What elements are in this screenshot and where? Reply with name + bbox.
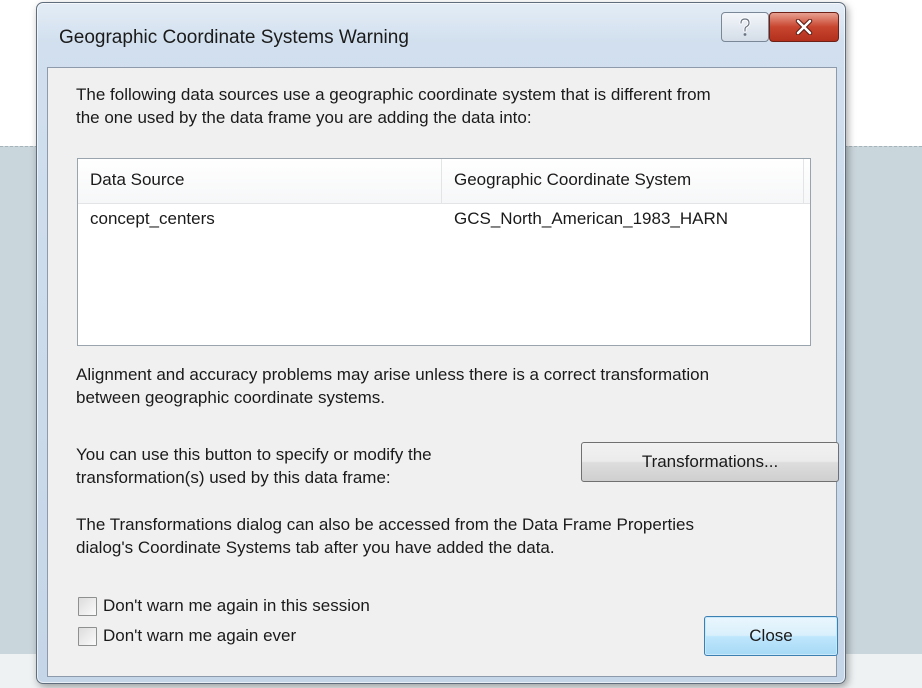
cell-data-source: concept_centers bbox=[90, 209, 215, 228]
close-button[interactable]: Close bbox=[704, 616, 838, 656]
table-row[interactable]: concept_centers GCS_North_American_1983_… bbox=[78, 203, 810, 237]
alignment-line-1: Alignment and accuracy problems may aris… bbox=[76, 365, 710, 384]
help-icon bbox=[737, 17, 753, 37]
dont-warn-session-option[interactable]: Don't warn me again in this session bbox=[78, 594, 370, 618]
transform-note-line-2: transformation(s) used by this data fram… bbox=[76, 468, 391, 487]
access-note-line-1: The Transformations dialog can also be a… bbox=[76, 515, 694, 534]
intro-line-1: The following data sources use a geograp… bbox=[76, 85, 711, 104]
close-icon bbox=[795, 19, 813, 35]
cell-gcs: GCS_North_American_1983_HARN bbox=[454, 209, 729, 228]
transformations-button[interactable]: Transformations... bbox=[581, 442, 839, 482]
dont-warn-ever-label: Don't warn me again ever bbox=[103, 626, 297, 645]
help-button[interactable] bbox=[721, 12, 769, 42]
dont-warn-session-checkbox[interactable] bbox=[78, 596, 97, 616]
transform-note-line-1: You can use this button to specify or mo… bbox=[76, 445, 432, 464]
intro-line-2: the one used by the data frame you are a… bbox=[76, 108, 532, 127]
column-header-gcs[interactable]: Geographic Coordinate System bbox=[442, 159, 804, 203]
dont-warn-ever-checkbox[interactable] bbox=[78, 626, 97, 646]
dont-warn-ever-option[interactable]: Don't warn me again ever bbox=[78, 624, 296, 648]
dialog-title: Geographic Coordinate Systems Warning bbox=[59, 27, 409, 48]
list-header: Data Source Geographic Coordinate System bbox=[78, 159, 810, 204]
column-header-data-source[interactable]: Data Source bbox=[78, 159, 442, 203]
warning-dialog: Geographic Coordinate Systems Warning Th… bbox=[36, 2, 846, 684]
alignment-line-2: between geographic coordinate systems. bbox=[76, 388, 386, 407]
data-source-list[interactable]: Data Source Geographic Coordinate System… bbox=[77, 158, 811, 346]
title-close-button[interactable] bbox=[769, 12, 839, 42]
dialog-client-area: The following data sources use a geograp… bbox=[47, 67, 839, 677]
access-note-line-2: dialog's Coordinate Systems tab after yo… bbox=[76, 538, 555, 557]
dont-warn-session-label: Don't warn me again in this session bbox=[103, 596, 370, 615]
